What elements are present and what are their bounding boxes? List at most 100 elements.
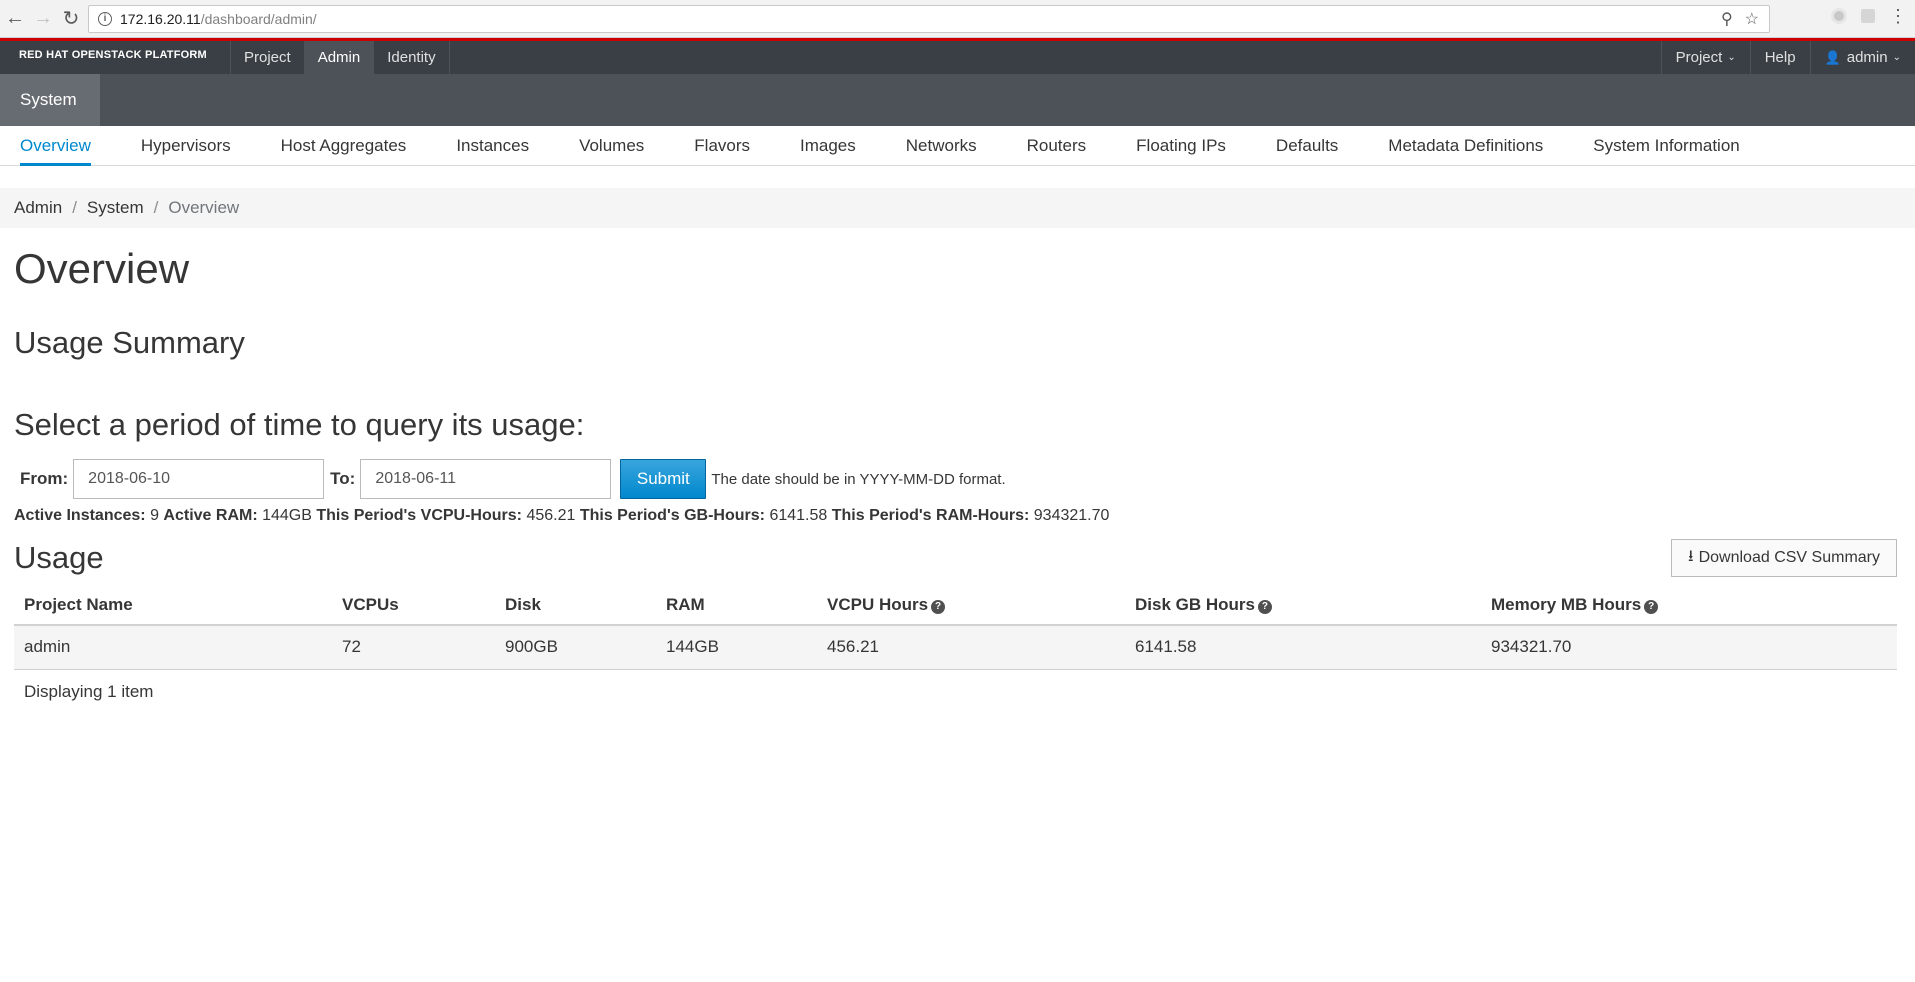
tertiary-nav: Overview Hypervisors Host Aggregates Ins… [0, 126, 1915, 166]
usage-header: Usage ⭳ Download CSV Summary [14, 537, 1897, 579]
reload-icon[interactable]: ↻ [58, 6, 84, 32]
table-item-count: Displaying 1 item [24, 681, 154, 701]
top-nav-admin[interactable]: Admin [303, 41, 374, 74]
breadcrumb-separator: / [72, 198, 77, 217]
chevron-down-icon: ⌄ [1892, 52, 1901, 63]
submit-button[interactable]: Submit [620, 459, 707, 499]
to-label: To: [330, 469, 356, 488]
column-header-label: VCPUs [342, 594, 399, 614]
cell-ram: 144GB [656, 625, 817, 670]
cell-disk-gb-hours: 6141.58 [1125, 625, 1481, 670]
bookmark-star-icon[interactable]: ☆ [1745, 9, 1759, 29]
project-dropdown-label: Project [1675, 49, 1723, 66]
browser-toolbar: ← → ↻ i 172.16.20.11/dashboard/admin/ ⚲ … [0, 0, 1915, 38]
tab-system[interactable]: System [0, 74, 100, 126]
download-csv-label: Download CSV Summary [1698, 549, 1880, 566]
usage-table: Project Name VCPUs Disk RAM VCPU Hours? … [14, 585, 1897, 670]
project-dropdown[interactable]: Project ⌄ [1660, 41, 1750, 74]
user-icon: 👤 [1824, 49, 1841, 65]
browser-menu-icon[interactable]: ⋮ [1889, 7, 1907, 25]
chevron-down-icon: ⌄ [1727, 52, 1736, 63]
tab-defaults[interactable]: Defaults [1276, 126, 1338, 165]
user-name: admin [1846, 49, 1888, 66]
url-path: /dashboard/admin/ [200, 11, 317, 27]
column-header-label: VCPU Hours [827, 594, 929, 614]
column-header-label: Project Name [24, 594, 133, 614]
main-content: Overview Usage Summary Select a period o… [0, 245, 1915, 702]
date-format-hint: The date should be in YYYY-MM-DD format. [711, 470, 1006, 488]
usage-stats: Active Instances: 9 Active RAM: 144GB Th… [14, 507, 1897, 525]
tab-metadata-definitions[interactable]: Metadata Definitions [1388, 126, 1543, 165]
help-icon[interactable]: ? [931, 599, 946, 614]
user-dropdown[interactable]: 👤 admin ⌄ [1809, 41, 1915, 74]
vcpu-hours-value: 456.21 [526, 507, 576, 524]
cell-vcpu-hours: 456.21 [817, 625, 1125, 670]
masthead: RED HAT OPENSTACK PLATFORM Project Admin… [0, 38, 1915, 74]
ram-hours-label: This Period's RAM-Hours: [831, 507, 1030, 524]
help-link[interactable]: Help [1749, 41, 1810, 74]
zoom-icon[interactable]: ⚲ [1721, 9, 1733, 29]
ram-hours-value: 934321.70 [1033, 507, 1110, 524]
utility-nav: Project ⌄ Help 👤 admin ⌄ [1660, 41, 1915, 74]
top-nav: Project Admin Identity [230, 41, 450, 74]
breadcrumb: Admin / System / Overview [0, 188, 1915, 228]
column-header: RAM [656, 585, 817, 626]
gb-hours-value: 6141.58 [769, 507, 828, 524]
address-bar[interactable]: i 172.16.20.11/dashboard/admin/ ⚲ ☆ [88, 5, 1770, 33]
extension-icon[interactable] [1861, 9, 1875, 23]
active-ram-label: Active RAM: [163, 507, 258, 524]
from-label: From: [20, 469, 69, 488]
tab-networks[interactable]: Networks [906, 126, 977, 165]
from-date-input[interactable] [73, 459, 325, 499]
column-header: Memory MB Hours? [1481, 585, 1897, 626]
page-title: Overview [14, 245, 190, 292]
column-header-label: Disk [505, 594, 541, 614]
top-nav-identity[interactable]: Identity [373, 41, 450, 74]
tab-system-information[interactable]: System Information [1593, 126, 1739, 165]
secondary-nav: System [0, 74, 1915, 126]
tab-hypervisors[interactable]: Hypervisors [141, 126, 231, 165]
tab-overview[interactable]: Overview [20, 126, 91, 166]
cell-project-name[interactable]: admin [14, 625, 332, 670]
extensions: ⋮ [1831, 7, 1907, 25]
tab-images[interactable]: Images [800, 126, 856, 165]
column-header: VCPUs [332, 585, 495, 626]
address-actions: ⚲ ☆ [1721, 9, 1759, 29]
usage-heading: Usage [14, 540, 104, 575]
active-instances-value: 9 [150, 507, 159, 524]
breadcrumb-admin[interactable]: Admin [14, 198, 62, 218]
download-csv-button[interactable]: ⭳ Download CSV Summary [1670, 539, 1897, 577]
table-header-row: Project Name VCPUs Disk RAM VCPU Hours? … [14, 585, 1897, 626]
help-icon[interactable]: ? [1257, 599, 1272, 614]
active-ram-value: 144GB [262, 507, 312, 524]
tab-instances[interactable]: Instances [456, 126, 529, 165]
info-icon[interactable]: i [98, 12, 112, 26]
tab-volumes[interactable]: Volumes [579, 126, 644, 165]
column-header: VCPU Hours? [817, 585, 1125, 626]
date-range-form: From: To: Submit The date should be in Y… [14, 459, 1897, 499]
forward-icon[interactable]: → [30, 6, 56, 32]
cell-disk: 900GB [495, 625, 656, 670]
cell-memory-mb-hours: 934321.70 [1481, 625, 1897, 670]
url-text: 172.16.20.11/dashboard/admin/ [120, 11, 317, 27]
help-icon[interactable]: ? [1644, 599, 1659, 614]
breadcrumb-current: Overview [168, 198, 240, 217]
to-date-input[interactable] [360, 459, 612, 499]
vcpu-hours-label: This Period's VCPU-Hours: [316, 507, 522, 524]
tab-flavors[interactable]: Flavors [694, 126, 750, 165]
download-icon: ⭳ [1687, 547, 1694, 565]
gb-hours-label: This Period's GB-Hours: [579, 507, 765, 524]
top-nav-project[interactable]: Project [230, 41, 304, 74]
breadcrumb-system[interactable]: System [87, 198, 144, 218]
column-header: Disk GB Hours? [1125, 585, 1481, 626]
active-instances-label: Active Instances: [14, 507, 146, 524]
brand-logo[interactable]: RED HAT OPENSTACK PLATFORM [0, 41, 230, 74]
extension-icon[interactable] [1831, 8, 1847, 24]
column-header-label: Memory MB Hours [1491, 594, 1642, 614]
tab-host-aggregates[interactable]: Host Aggregates [281, 126, 407, 165]
back-icon[interactable]: ← [2, 6, 28, 32]
tab-routers[interactable]: Routers [1027, 126, 1087, 165]
column-header-label: Disk GB Hours [1135, 594, 1255, 614]
url-host: 172.16.20.11 [120, 11, 201, 27]
tab-floating-ips[interactable]: Floating IPs [1136, 126, 1226, 165]
